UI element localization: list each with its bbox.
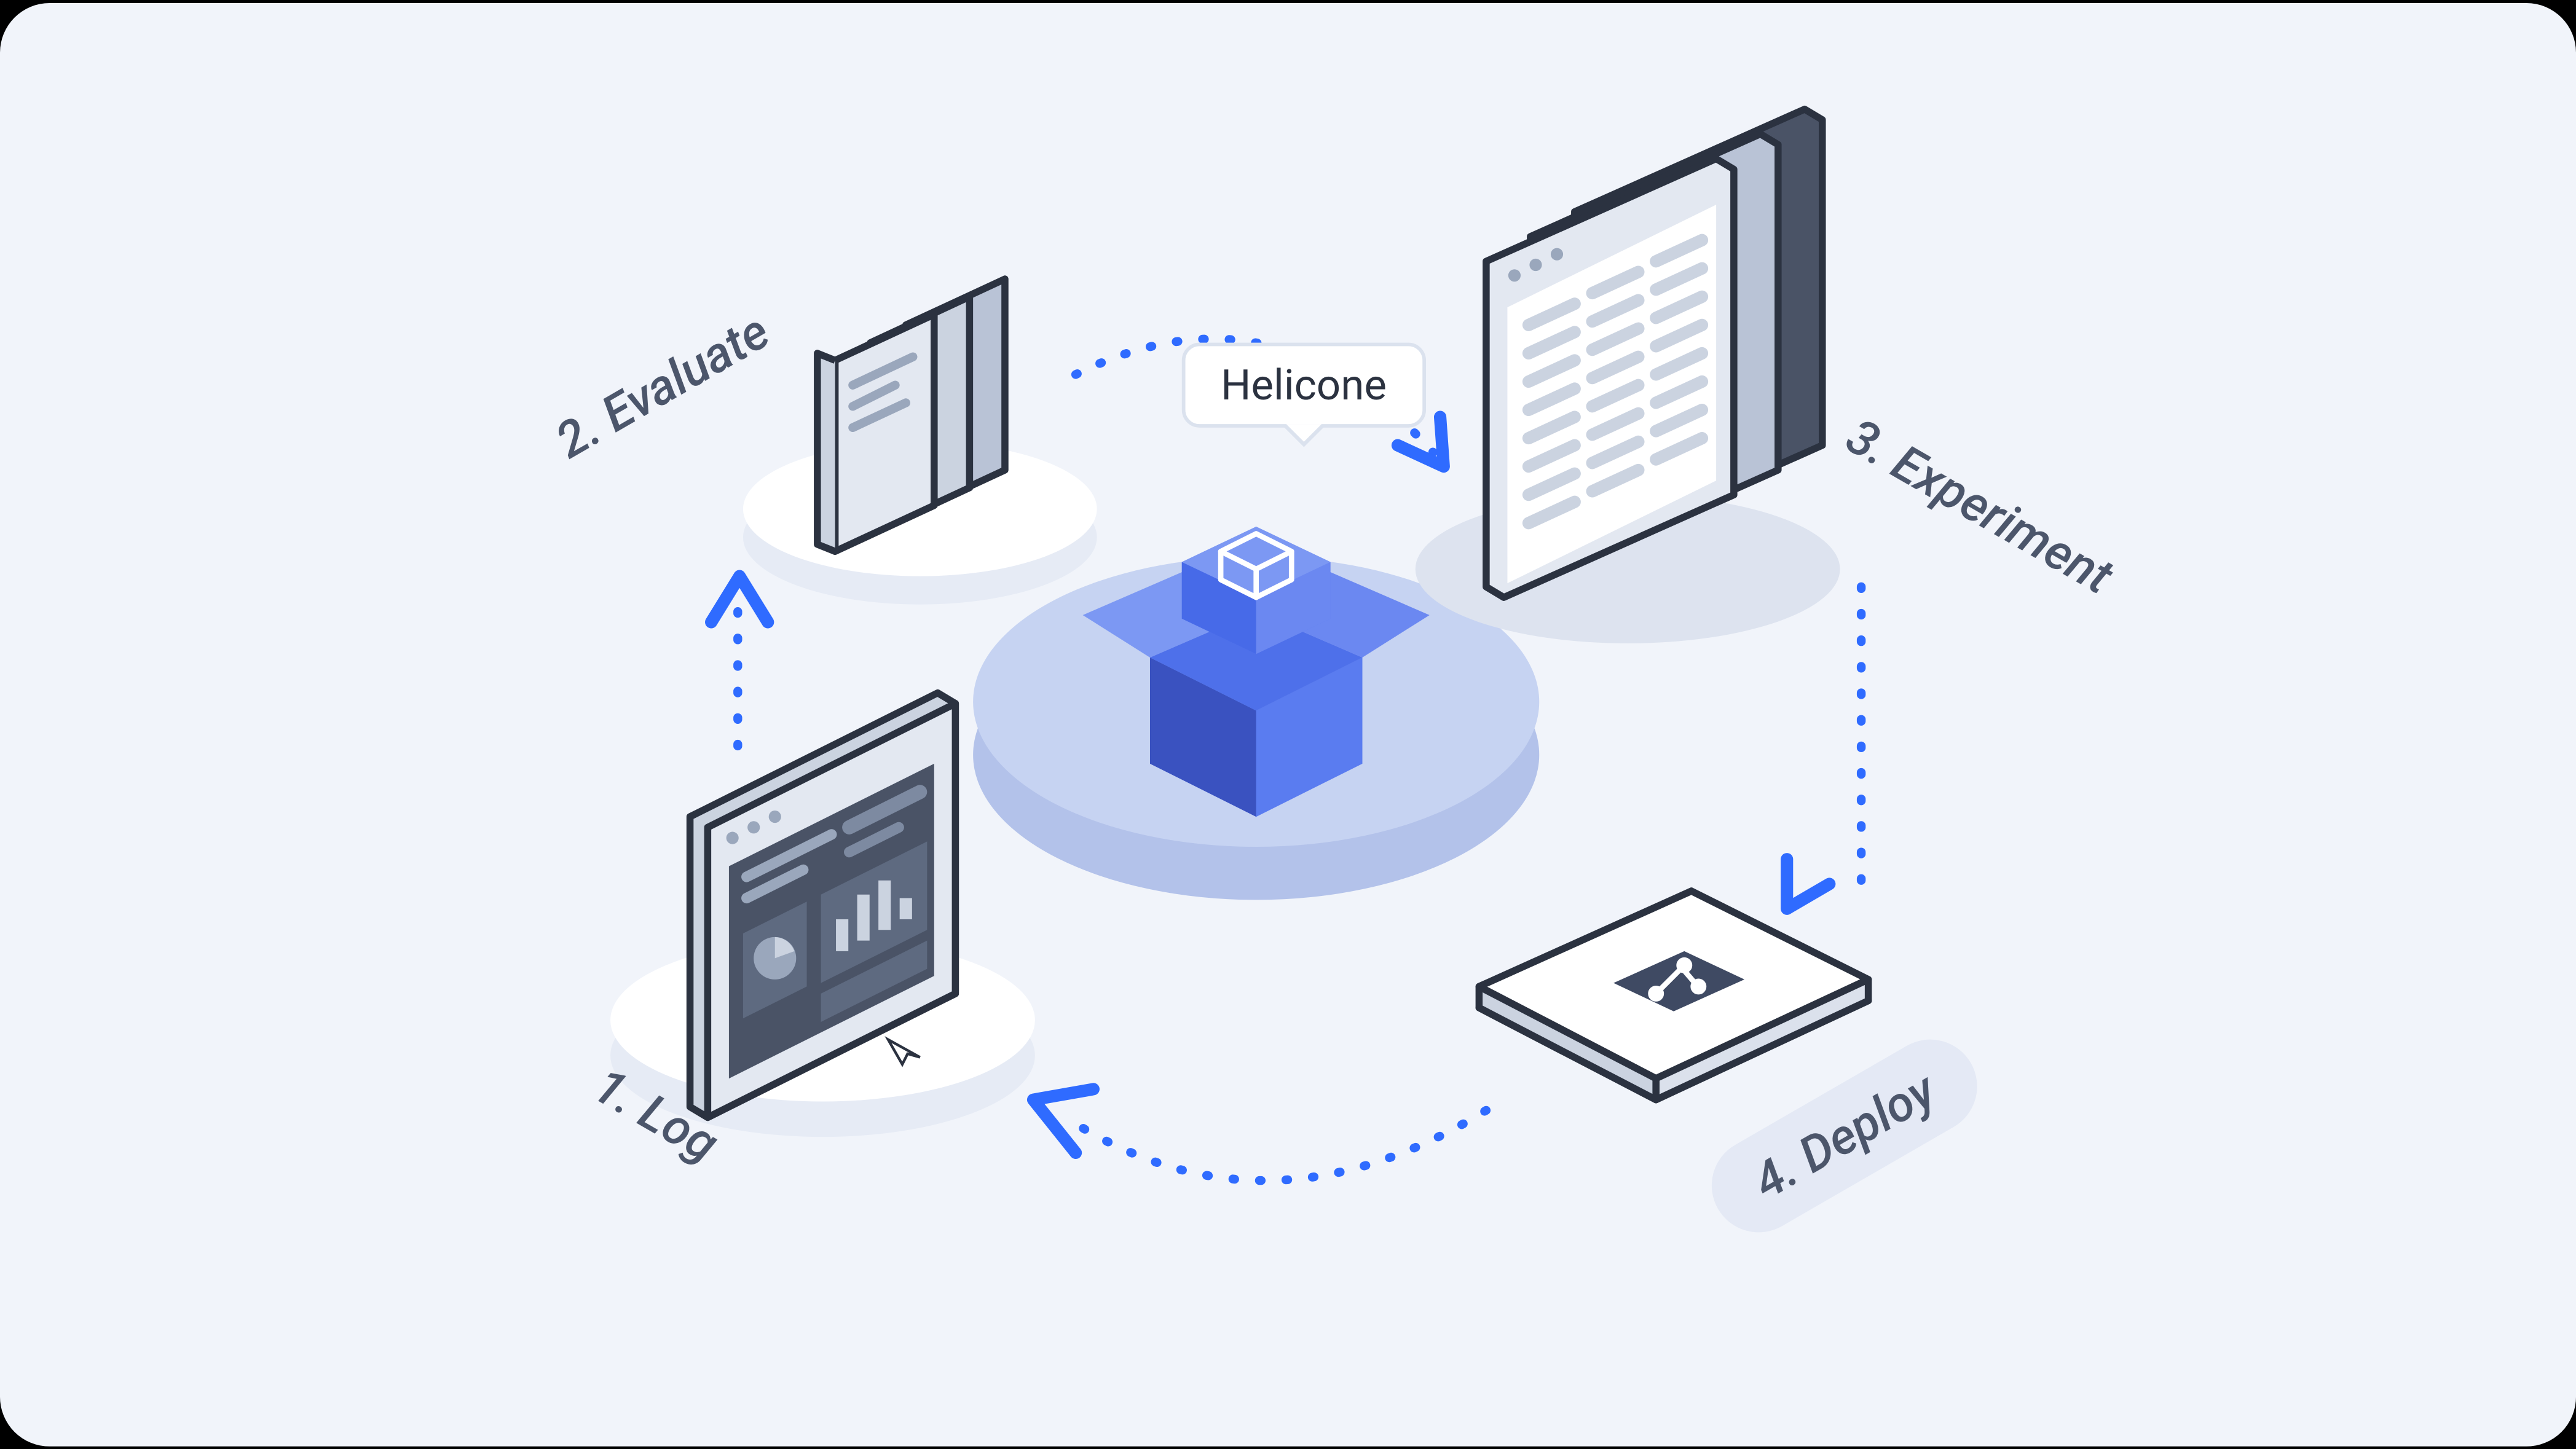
dashboard-monitor-icon xyxy=(690,693,956,1117)
experiment-node xyxy=(1416,109,1840,643)
center-tooltip: Helicone xyxy=(1182,342,1426,427)
center-tooltip-text: Helicone xyxy=(1221,360,1387,410)
deploy-card-icon xyxy=(1479,891,1868,1100)
deploy-node xyxy=(1479,891,1868,1100)
workflow-diagram: 1. Log 2. Evaluate 3. Experiment 4. Depl… xyxy=(0,3,2576,1447)
evaluate-node xyxy=(743,279,1097,605)
log-node xyxy=(610,693,1035,1136)
diagram-svg xyxy=(0,3,2576,1447)
